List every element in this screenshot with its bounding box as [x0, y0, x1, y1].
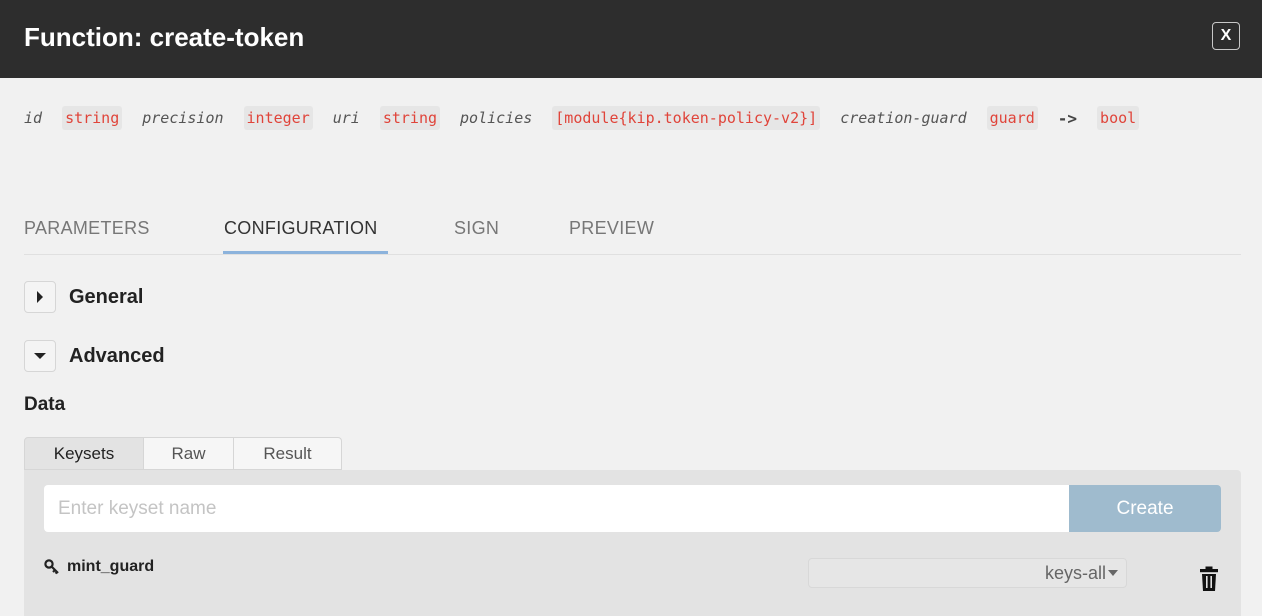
keyset-name-input[interactable] [44, 485, 1070, 532]
expand-general-button[interactable] [24, 281, 56, 313]
modal-title: Function: create-token [24, 22, 305, 52]
param-type: guard [986, 106, 1038, 130]
section-general-label[interactable]: General [69, 286, 143, 309]
tab-parameters[interactable]: PARAMETERS [24, 218, 150, 239]
create-keyset-button[interactable]: Create [1069, 485, 1221, 532]
subtab-raw[interactable]: Raw [144, 437, 234, 470]
keyset-row: mint_guard [44, 558, 154, 576]
param-name: policies [460, 109, 533, 127]
param-type: string [62, 106, 123, 130]
tab-configuration[interactable]: CONFIGURATION [224, 218, 378, 239]
data-subtabs: Keysets Raw Result [24, 437, 342, 470]
param-type: integer [243, 106, 313, 130]
return-type: bool [1097, 106, 1140, 130]
param-name: id [24, 109, 43, 127]
section-advanced: Advanced [24, 340, 165, 372]
keyset-name: mint_guard [67, 558, 155, 575]
param-type: [module{kip.token-policy-v2}] [552, 106, 821, 130]
tab-preview[interactable]: PREVIEW [569, 218, 654, 239]
return-arrow: -> [1057, 108, 1078, 128]
keyset-predicate-select[interactable]: keys-all [808, 558, 1127, 588]
caret-down-icon [34, 353, 46, 359]
close-button[interactable]: X [1212, 22, 1240, 50]
chevron-down-icon [1108, 570, 1118, 576]
active-tab-indicator [223, 251, 388, 254]
section-advanced-label[interactable]: Advanced [69, 345, 165, 368]
section-general: General [24, 281, 143, 313]
modal-header: Function: create-token X [0, 0, 1262, 78]
param-type: string [379, 106, 441, 130]
subtab-result[interactable]: Result [234, 437, 342, 470]
data-heading: Data [24, 394, 66, 415]
tab-sign[interactable]: SIGN [454, 218, 499, 239]
keyset-key-icon [44, 559, 59, 575]
subtab-keysets[interactable]: Keysets [24, 437, 144, 470]
caret-right-icon [37, 291, 43, 303]
param-name: uri [332, 109, 360, 127]
param-name: precision [142, 109, 224, 127]
function-signature: id string precision integer uri string p… [24, 106, 1159, 130]
keyset-predicate-value: keys-all [1044, 562, 1106, 583]
keysets-panel: Create mint_guard keys-all [24, 470, 1241, 616]
collapse-advanced-button[interactable] [24, 340, 56, 372]
tab-bar: PARAMETERS CONFIGURATION SIGN PREVIEW [24, 214, 1241, 255]
param-name: creation-guard [840, 109, 967, 127]
trash-icon[interactable] [1199, 566, 1219, 592]
